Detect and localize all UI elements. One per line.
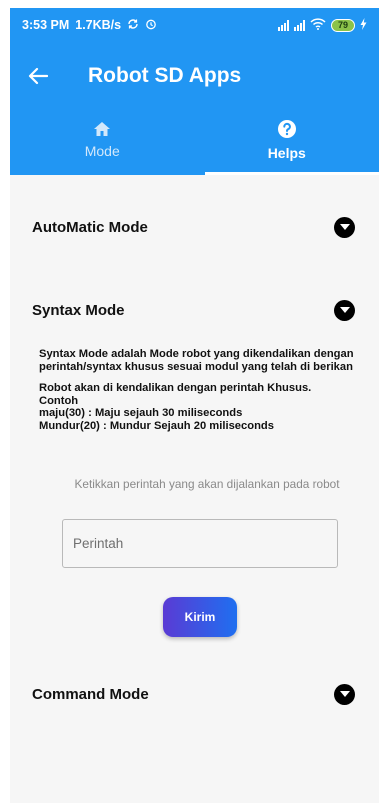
app-header: 3:53 PM 1.7KB/s 79 Robot SD Apps Mode He… bbox=[10, 8, 379, 175]
toolbar: Robot SD Apps bbox=[10, 48, 379, 104]
example-line: Mundur(20) : Mundur Sejauh 20 milisecond… bbox=[39, 419, 274, 432]
help-content: AutoMatic Mode Syntax Mode Syntax Mode a… bbox=[10, 175, 379, 803]
home-icon bbox=[94, 122, 111, 136]
tab-mode-label: Mode bbox=[84, 143, 120, 159]
command-input[interactable] bbox=[62, 519, 338, 568]
wifi-icon bbox=[310, 17, 326, 33]
network-speed: 1.7KB/s bbox=[75, 18, 122, 32]
section-title: AutoMatic Mode bbox=[32, 218, 148, 236]
battery-icon: 79 bbox=[331, 18, 355, 32]
alarm-icon bbox=[145, 18, 157, 33]
app-title: Robot SD Apps bbox=[88, 64, 242, 87]
section-syntax-mode[interactable]: Syntax Mode bbox=[10, 290, 379, 330]
back-button[interactable] bbox=[10, 48, 66, 104]
expand-toggle[interactable] bbox=[334, 299, 355, 321]
section-title: Command Mode bbox=[32, 685, 149, 703]
charging-icon bbox=[360, 17, 367, 33]
example-line: Robot akan di kendalikan dengan perintah… bbox=[39, 382, 312, 394]
status-time: 3:53 PM bbox=[22, 18, 70, 32]
tab-helps[interactable]: Helps bbox=[195, 105, 379, 175]
sync-icon bbox=[127, 18, 139, 33]
chevron-down-icon bbox=[339, 691, 350, 697]
tab-bar: Mode Helps bbox=[10, 105, 379, 175]
chevron-down-icon bbox=[339, 224, 350, 230]
tab-helps-label: Helps bbox=[267, 145, 306, 161]
example-line: Contoh bbox=[39, 394, 79, 407]
command-hint: Ketikkan perintah yang akan dijalankan p… bbox=[74, 477, 340, 491]
send-button[interactable]: Kirim bbox=[163, 597, 237, 637]
signal-icon bbox=[278, 19, 289, 31]
section-command-mode[interactable]: Command Mode bbox=[10, 674, 379, 714]
syntax-description: Syntax Mode adalah Mode robot yang diken… bbox=[39, 348, 354, 373]
example-line: maju(30) : Maju sejauh 30 miliseconds bbox=[39, 407, 243, 419]
expand-toggle[interactable] bbox=[334, 683, 355, 705]
tab-mode[interactable]: Mode bbox=[10, 105, 195, 175]
help-icon bbox=[277, 120, 296, 138]
syntax-example: Robot akan di kendalikan dengan perintah… bbox=[39, 382, 359, 432]
section-automatic-mode[interactable]: AutoMatic Mode bbox=[10, 207, 379, 247]
arrow-left-icon bbox=[28, 67, 48, 85]
signal-icon bbox=[294, 19, 305, 31]
phone-screen: 3:53 PM 1.7KB/s 79 Robot SD Apps Mode He… bbox=[10, 8, 379, 803]
expand-toggle[interactable] bbox=[334, 216, 355, 238]
status-bar: 3:53 PM 1.7KB/s 79 bbox=[10, 8, 379, 42]
chevron-down-icon bbox=[339, 307, 350, 313]
section-title: Syntax Mode bbox=[32, 301, 125, 319]
